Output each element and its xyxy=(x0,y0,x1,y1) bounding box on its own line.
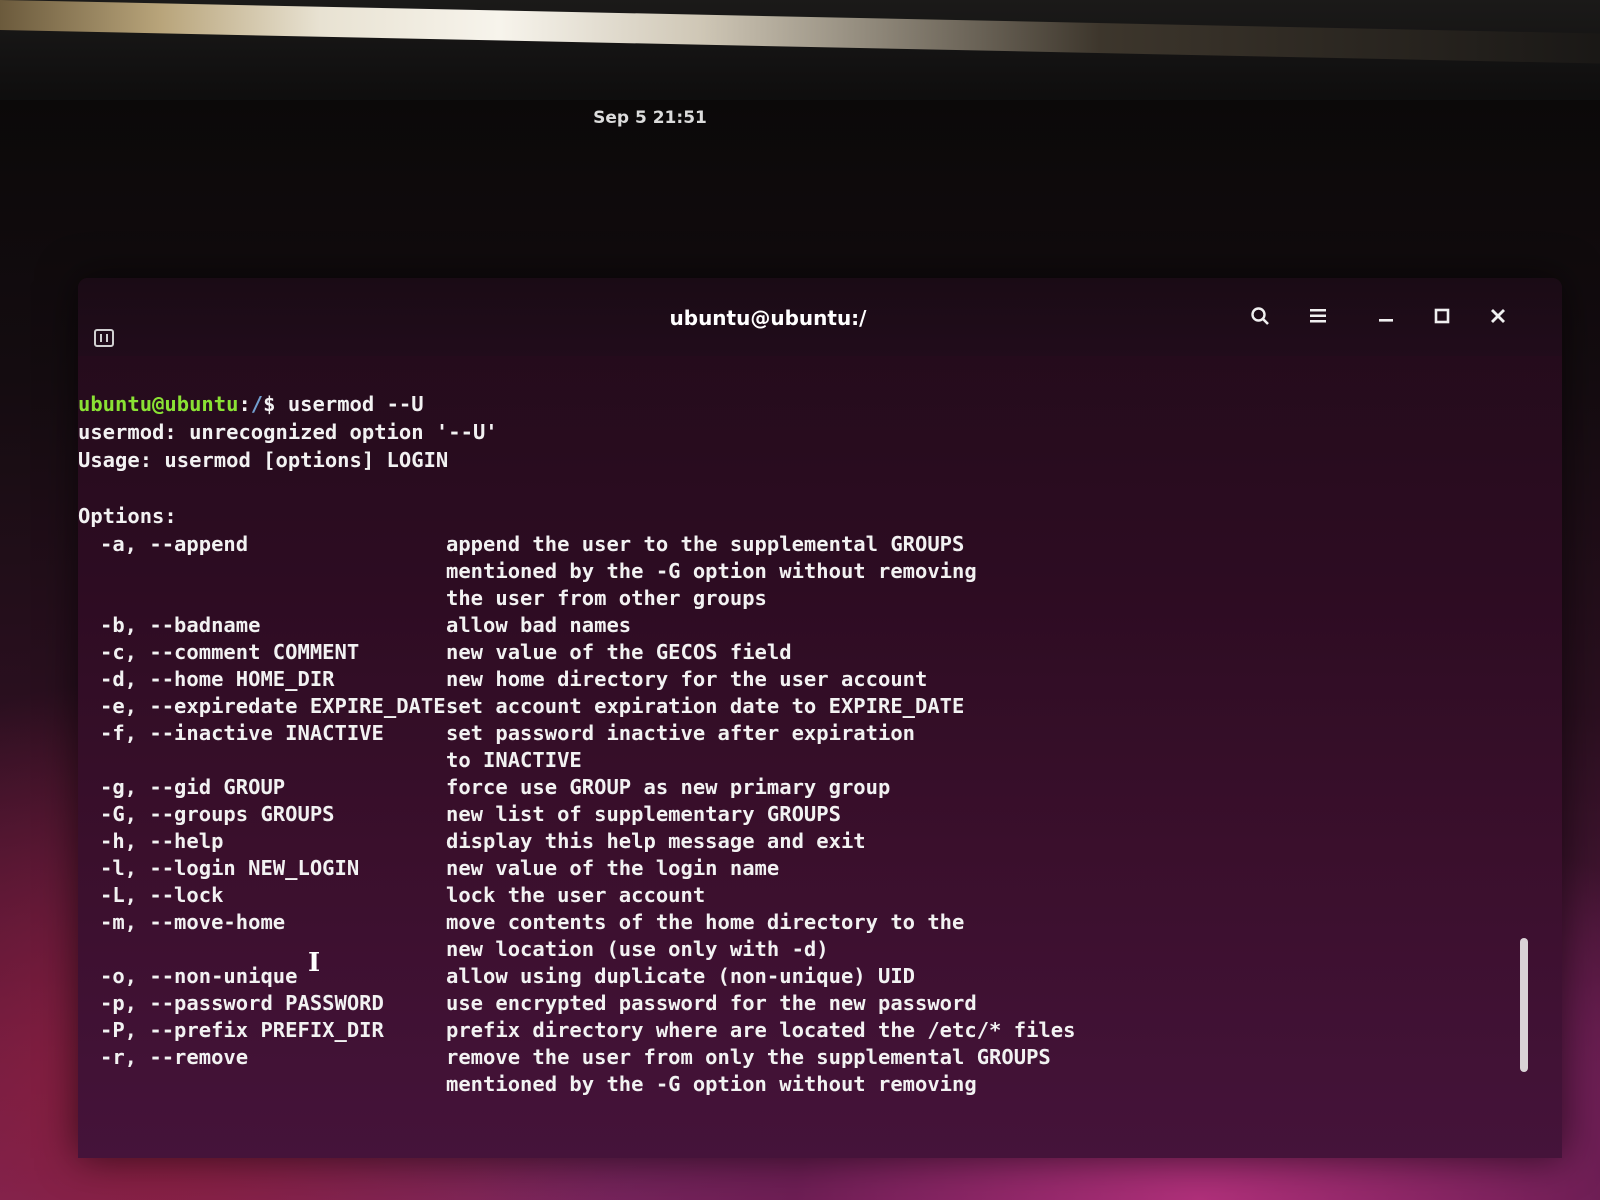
prompt-separator: : xyxy=(238,392,251,416)
maximize-button[interactable] xyxy=(1422,296,1462,336)
scrollbar-thumb[interactable] xyxy=(1520,938,1528,1072)
option-row: the user from other groups xyxy=(78,584,1518,612)
option-description: use encrypted password for the new passw… xyxy=(446,991,977,1015)
menu-button[interactable] xyxy=(1298,296,1338,336)
close-button[interactable] xyxy=(1478,296,1518,336)
minimize-icon xyxy=(1379,319,1393,322)
option-description: new list of supplementary GROUPS xyxy=(446,802,841,826)
search-button[interactable] xyxy=(1240,296,1280,336)
minimize-button[interactable] xyxy=(1366,296,1406,336)
option-description: mentioned by the -G option without remov… xyxy=(446,559,977,583)
prompt-user-host: ubuntu@ubuntu xyxy=(78,392,239,416)
prompt-line: ubuntu@ubuntu:/$ usermod --U xyxy=(78,390,424,418)
option-row: -P, --prefix PREFIX_DIR prefix directory … xyxy=(78,1016,1518,1044)
command-text: usermod --U xyxy=(287,392,424,416)
option-row: -m, --move-home move contents of the home… xyxy=(78,908,1518,936)
option-row: -f, --inactive INACTIVE set password inac… xyxy=(78,719,1518,747)
option-flag: -c, --comment COMMENT xyxy=(100,640,360,664)
terminal-output[interactable]: ubuntu@ubuntu:/$ usermod --U usermod: un… xyxy=(78,390,1518,1150)
option-flag: -g, --gid GROUP xyxy=(100,775,286,799)
option-row: -G, --groups GROUPS new list of supplemen… xyxy=(78,800,1518,828)
option-row: -a, --append append the user to the suppl… xyxy=(78,530,1518,558)
option-description: set account expiration date to EXPIRE_DA… xyxy=(446,694,965,718)
option-description: new location (use only with -d) xyxy=(446,937,829,961)
option-flag: -P, --prefix PREFIX_DIR xyxy=(100,1018,384,1042)
option-description: lock the user account xyxy=(446,883,706,907)
option-row: -d, --home HOME_DIR new home directory fo… xyxy=(78,665,1518,693)
option-flag: -r, --remove xyxy=(100,1045,249,1069)
option-flag: -m, --move-home xyxy=(100,910,286,934)
option-flag: -p, --password PASSWORD xyxy=(100,991,384,1015)
option-flag: -b, --badname xyxy=(100,613,261,637)
new-tab-button[interactable] xyxy=(90,326,118,354)
terminal-window[interactable]: ubuntu@ubuntu:/ ubuntu@ubuntu:/$ usermod… xyxy=(78,278,1562,1158)
option-description: new value of the GECOS field xyxy=(446,640,792,664)
option-description: prefix directory where are located the /… xyxy=(446,1018,1076,1042)
option-description: allow using duplicate (non-unique) UID xyxy=(446,964,915,988)
option-description: set password inactive after expiration xyxy=(446,721,915,745)
option-flag: -L, --lock xyxy=(100,883,224,907)
prompt-symbol: $ xyxy=(263,392,288,416)
option-flag: -d, --home HOME_DIR xyxy=(100,667,335,691)
option-flag: -e, --expiredate EXPIRE_DATE xyxy=(100,694,446,718)
option-row: to INACTIVE xyxy=(78,746,1518,774)
usage-line: Usage: usermod [options] LOGIN xyxy=(78,448,449,472)
option-description: remove the user from only the supplement… xyxy=(446,1045,1051,1069)
option-row: -l, --login NEW_LOGIN new value of the lo… xyxy=(78,854,1518,882)
topbar-clock[interactable]: Sep 5 21:51 xyxy=(0,100,1300,136)
terminal-titlebar[interactable]: ubuntu@ubuntu:/ xyxy=(78,278,1562,356)
text-cursor-ibeam: I xyxy=(308,948,321,978)
option-description: new home directory for the user account xyxy=(446,667,928,691)
option-flag: -a, --append xyxy=(100,532,249,556)
search-icon xyxy=(1251,307,1269,325)
option-flag: -G, --groups GROUPS xyxy=(100,802,335,826)
option-row: -c, --comment COMMENT new value of the GE… xyxy=(78,638,1518,666)
option-description: force use GROUP as new primary group xyxy=(446,775,891,799)
option-flag: -o, --non-unique xyxy=(100,964,298,988)
hamburger-menu-icon xyxy=(1310,309,1326,323)
option-description: mentioned by the -G option without remov… xyxy=(446,1072,977,1096)
error-line: usermod: unrecognized option '--U' xyxy=(78,420,498,444)
option-row: -h, --help display this help message and … xyxy=(78,827,1518,855)
option-row: -b, --badname allow bad names xyxy=(78,611,1518,639)
options-header: Options: xyxy=(78,504,177,528)
option-row: mentioned by the -G option without remov… xyxy=(78,1070,1518,1098)
option-row: mentioned by the -G option without remov… xyxy=(78,557,1518,585)
maximize-icon xyxy=(1434,308,1450,324)
option-description: append the user to the supplemental GROU… xyxy=(446,532,965,556)
option-description: move contents of the home directory to t… xyxy=(446,910,965,934)
option-row: -L, --lock lock the user account xyxy=(78,881,1518,909)
option-description: allow bad names xyxy=(446,613,632,637)
option-row: -p, --password PASSWORD use encrypted pas… xyxy=(78,989,1518,1017)
prompt-path: / xyxy=(250,392,264,416)
option-flag: -h, --help xyxy=(100,829,224,853)
option-description: display this help message and exit xyxy=(446,829,866,853)
option-flag: -f, --inactive INACTIVE xyxy=(100,721,384,745)
option-description: new value of the login name xyxy=(446,856,780,880)
option-row: -o, --non-unique allow using duplicate (n… xyxy=(78,962,1518,990)
option-row: -r, --remove remove the user from only th… xyxy=(78,1043,1518,1071)
option-row: -g, --gid GROUP force use GROUP as new pr… xyxy=(78,773,1518,801)
option-row: -e, --expiredate EXPIRE_DATE set account … xyxy=(78,692,1518,720)
option-description: to INACTIVE xyxy=(446,748,582,772)
close-icon xyxy=(1491,309,1505,323)
option-description: the user from other groups xyxy=(446,586,767,610)
option-flag: -l, --login NEW_LOGIN xyxy=(100,856,360,880)
option-row: new location (use only with -d) xyxy=(78,935,1518,963)
